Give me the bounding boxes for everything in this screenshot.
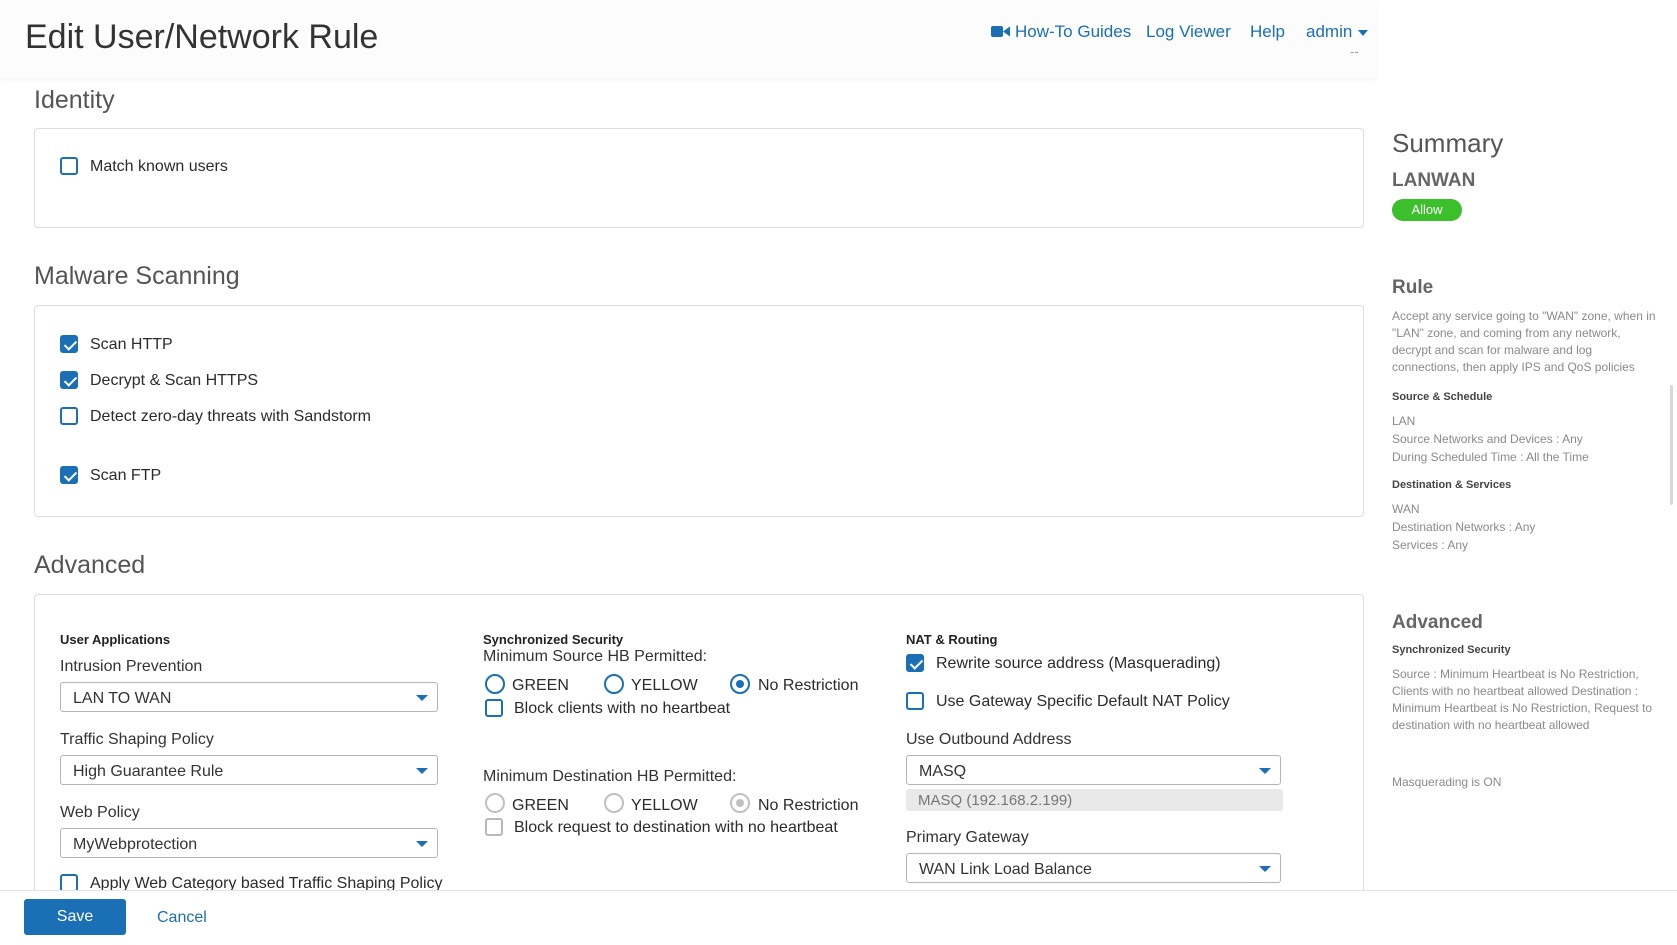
save-button[interactable]: Save — [24, 899, 126, 935]
primary-gateway-label: Primary Gateway — [906, 829, 1029, 846]
dropdown-arrow-icon — [416, 768, 428, 774]
scan-http-label: Scan HTTP — [90, 336, 173, 353]
scan-ftp-label: Scan FTP — [90, 467, 162, 484]
malware-section-title: Malware Scanning — [34, 262, 240, 290]
dropdown-arrow-icon — [416, 841, 428, 847]
primary-gateway-value: WAN Link Load Balance — [919, 861, 1092, 878]
admin-label: admin — [1306, 22, 1353, 41]
primary-gateway-select[interactable]: WAN Link Load Balance — [906, 853, 1281, 883]
summary-rule-description: Accept any service going to "WAN" zone, … — [1392, 309, 1656, 374]
how-to-guides-link[interactable]: How-To Guides — [1015, 22, 1131, 42]
summary-source-line: LAN — [1392, 414, 1416, 428]
identity-section-title: Identity — [34, 86, 115, 114]
summary-advanced-heading: Advanced — [1392, 612, 1483, 633]
source-yellow-radio[interactable] — [604, 674, 624, 694]
summary-dest-line: WAN — [1392, 502, 1420, 516]
block-dest-checkbox[interactable] — [485, 818, 503, 836]
sandstorm-label: Detect zero-day threats with Sandstorm — [90, 408, 372, 425]
min-source-hb-label: Minimum Source HB Permitted: — [483, 648, 708, 665]
outbound-address-label: Use Outbound Address — [906, 731, 1072, 748]
dropdown-arrow-icon — [1259, 866, 1271, 872]
intrusion-prevention-select[interactable]: LAN TO WAN — [60, 682, 438, 712]
nat-routing-heading: NAT & Routing — [906, 632, 998, 647]
scan-ftp-checkbox[interactable] — [60, 466, 78, 484]
traffic-shaping-label: Traffic Shaping Policy — [60, 731, 214, 748]
block-dest-label: Block request to destination with no hea… — [514, 819, 838, 836]
outbound-address-value: MASQ — [919, 763, 967, 780]
scrollbar[interactable] — [1670, 385, 1673, 505]
min-dest-hb-label: Minimum Destination HB Permitted: — [483, 768, 737, 785]
sync-security-heading: Synchronized Security — [483, 632, 624, 647]
summary-sync-text: Source : Minimum Heartbeat is No Restric… — [1392, 667, 1653, 732]
match-known-users-label: Match known users — [90, 158, 228, 175]
dest-yellow-radio[interactable] — [604, 793, 624, 813]
dest-no-restriction-radio[interactable] — [730, 793, 750, 813]
summary-source-line: During Scheduled Time : All the Time — [1392, 450, 1589, 464]
summary-rule-name: LANWAN — [1392, 170, 1476, 191]
sandstorm-checkbox[interactable] — [60, 407, 78, 425]
summary-source-line: Source Networks and Devices : Any — [1392, 432, 1583, 446]
video-camera-icon — [991, 26, 1010, 37]
admin-menu[interactable]: admin — [1306, 22, 1369, 42]
dropdown-arrow-icon — [1259, 768, 1271, 774]
summary-dest-line: Services : Any — [1392, 538, 1469, 552]
traffic-shaping-value: High Guarantee Rule — [73, 763, 224, 780]
source-green-label: GREEN — [512, 677, 569, 694]
traffic-shaping-select[interactable]: High Guarantee Rule — [60, 755, 438, 785]
outbound-address-select[interactable]: MASQ — [906, 755, 1281, 785]
identity-panel — [34, 128, 1364, 228]
decrypt-scan-https-checkbox[interactable] — [60, 371, 78, 389]
block-clients-checkbox[interactable] — [485, 699, 503, 717]
user-applications-heading: User Applications — [60, 632, 171, 647]
admin-subtext: -- — [1350, 44, 1359, 59]
source-no-restriction-radio[interactable] — [730, 674, 750, 694]
summary-title: Summary — [1392, 128, 1504, 158]
intrusion-prevention-value: LAN TO WAN — [73, 690, 172, 707]
gateway-nat-label: Use Gateway Specific Default NAT Policy — [936, 693, 1230, 710]
web-policy-label: Web Policy — [60, 804, 140, 821]
summary-sync-heading: Synchronized Security — [1392, 644, 1511, 656]
log-viewer-link[interactable]: Log Viewer — [1146, 22, 1231, 42]
summary-masquerading-text: Masquerading is ON — [1392, 775, 1502, 789]
summary-source-heading: Source & Schedule — [1392, 391, 1493, 403]
dest-yellow-label: YELLOW — [631, 797, 698, 814]
allow-status-badge: Allow — [1392, 199, 1462, 221]
scan-http-checkbox[interactable] — [60, 335, 78, 353]
block-clients-label: Block clients with no heartbeat — [514, 700, 731, 717]
page-title: Edit User/Network Rule — [25, 18, 379, 56]
decrypt-scan-https-label: Decrypt & Scan HTTPS — [90, 372, 259, 389]
source-no-restriction-label: No Restriction — [758, 677, 859, 694]
outbound-address-ip: MASQ (192.168.2.199) — [918, 792, 1073, 809]
dest-no-restriction-label: No Restriction — [758, 797, 859, 814]
masquerading-label: Rewrite source address (Masquerading) — [936, 655, 1221, 672]
summary-dest-heading: Destination & Services — [1392, 479, 1512, 491]
summary-rule-heading: Rule — [1392, 277, 1434, 298]
masquerading-checkbox[interactable] — [906, 654, 924, 672]
match-known-users-checkbox[interactable] — [60, 157, 78, 175]
dest-green-label: GREEN — [512, 797, 569, 814]
help-link[interactable]: Help — [1250, 22, 1285, 42]
footer-bar — [0, 890, 1677, 945]
source-yellow-label: YELLOW — [631, 677, 698, 694]
source-green-radio[interactable] — [485, 674, 505, 694]
intrusion-prevention-label: Intrusion Prevention — [60, 658, 203, 675]
dropdown-arrow-icon — [416, 695, 428, 701]
outbound-address-readonly: MASQ (192.168.2.199) — [906, 789, 1283, 811]
advanced-section-title: Advanced — [34, 551, 146, 579]
web-policy-select[interactable]: MyWebprotection — [60, 828, 438, 858]
dest-green-radio[interactable] — [485, 793, 505, 813]
summary-dest-line: Destination Networks : Any — [1392, 520, 1536, 534]
caret-down-icon — [1358, 29, 1369, 36]
cancel-button[interactable]: Cancel — [157, 909, 207, 927]
web-policy-value: MyWebprotection — [73, 836, 198, 853]
gateway-nat-checkbox[interactable] — [906, 692, 924, 710]
